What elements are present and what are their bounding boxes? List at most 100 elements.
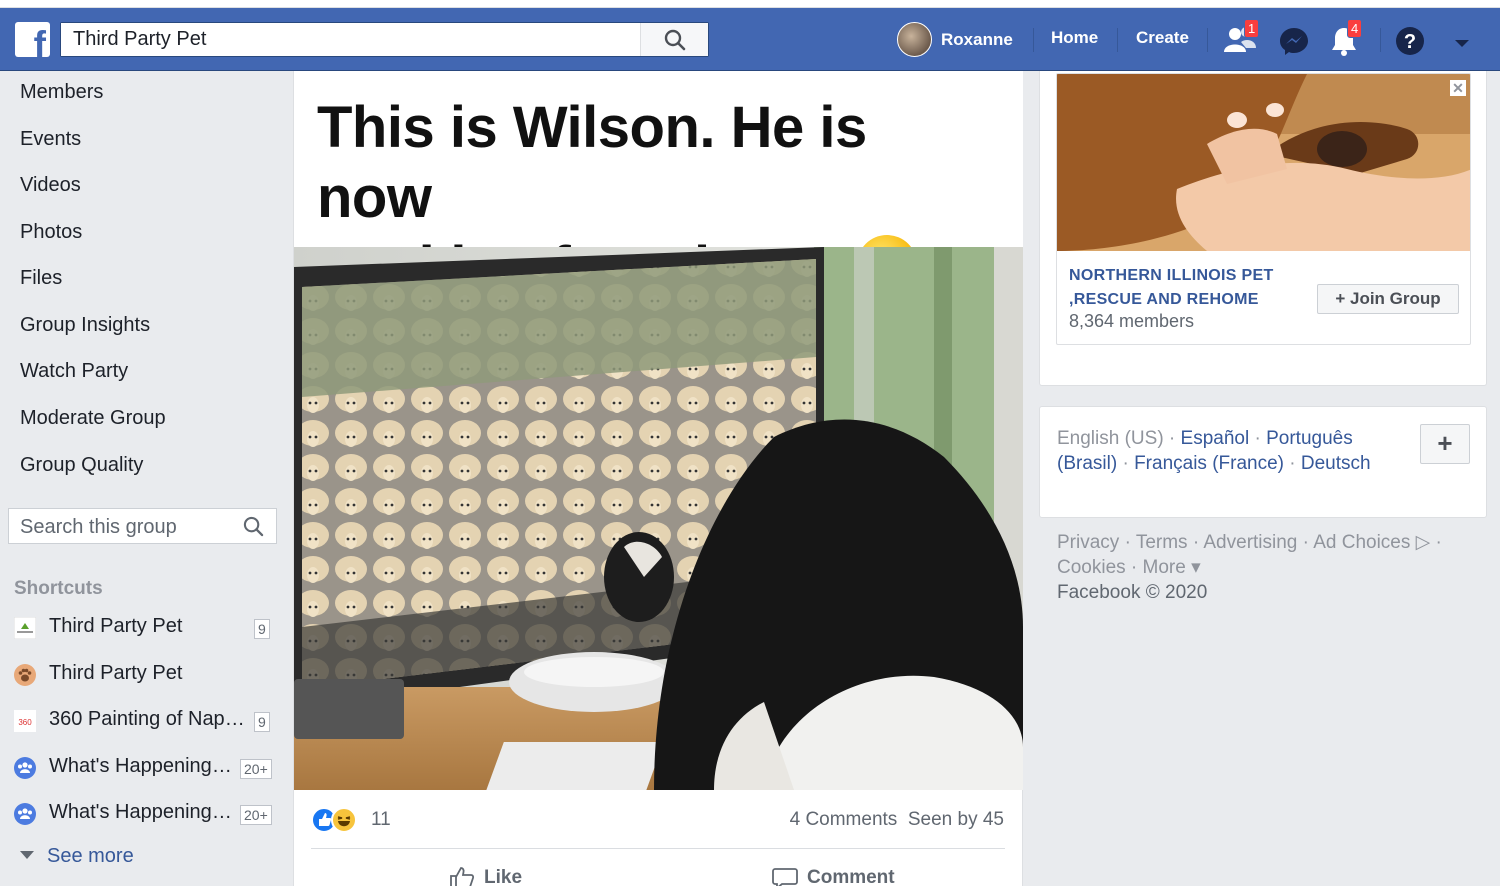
language-option-francais[interactable]: Français (France) bbox=[1134, 453, 1284, 474]
hand-and-paw-illustration bbox=[1057, 74, 1470, 251]
chevron-down-icon bbox=[1455, 40, 1469, 47]
search-icon bbox=[664, 29, 686, 51]
global-search-input[interactable] bbox=[61, 23, 641, 56]
suggested-group-members: 8,364 members bbox=[1069, 311, 1195, 331]
nav-item-files[interactable]: Files bbox=[20, 267, 62, 290]
suggested-group: ✕ NORTHERN ILLINOIS PET ,RESCUE AND REHO… bbox=[1056, 73, 1471, 345]
group-search-input[interactable]: Search this group bbox=[8, 508, 277, 544]
nav-item-group-insights[interactable]: Group Insights bbox=[20, 314, 150, 337]
search-icon bbox=[243, 516, 264, 537]
meme-caption-line1: This is Wilson. He is now bbox=[317, 95, 867, 230]
nav-divider bbox=[1380, 28, 1381, 52]
group-search-placeholder: Search this group bbox=[20, 516, 177, 538]
help-icon: ? bbox=[1396, 27, 1424, 55]
thumbs-up-icon bbox=[450, 867, 475, 886]
nav-item-group-quality[interactable]: Group Quality bbox=[20, 454, 143, 477]
shortcuts-heading: Shortcuts bbox=[14, 578, 103, 599]
meme-caption-area: This is Wilson. He is now working from h… bbox=[294, 71, 1023, 300]
avatar bbox=[897, 22, 932, 57]
comment-icon bbox=[772, 868, 798, 886]
home-link[interactable]: Home bbox=[1051, 28, 1098, 48]
shortcut-item[interactable]: Third Party Pet bbox=[14, 662, 276, 688]
chevron-down-icon bbox=[20, 851, 34, 859]
shortcut-item[interactable]: 360 360 Painting of Naperville 9 bbox=[14, 708, 276, 734]
group-people-icon bbox=[14, 757, 36, 779]
nav-item-members[interactable]: Members bbox=[20, 81, 103, 104]
nav-item-moderate-group[interactable]: Moderate Group bbox=[20, 407, 166, 430]
like-label: Like bbox=[484, 867, 523, 886]
friend-requests-badge: 1 bbox=[1244, 19, 1260, 38]
paw-icon bbox=[14, 664, 36, 686]
nav-item-videos[interactable]: Videos bbox=[20, 174, 81, 197]
shortcut-count: 20+ bbox=[240, 759, 272, 779]
haha-reaction-icon bbox=[331, 807, 357, 833]
see-more-link[interactable]: See more bbox=[20, 845, 134, 868]
messenger-icon bbox=[1280, 28, 1308, 55]
suggested-group-card: ✕ NORTHERN ILLINOIS PET ,RESCUE AND REHO… bbox=[1039, 71, 1487, 386]
join-group-button[interactable]: + Join Group bbox=[1317, 284, 1459, 314]
top-navigation-bar: f Roxanne Home Create 1 4 ? bbox=[0, 8, 1500, 71]
reaction-count: 11 bbox=[371, 809, 391, 830]
footer-links-line2[interactable]: Cookies · More ▾ bbox=[1057, 555, 1477, 580]
suggested-group-title[interactable]: NORTHERN ILLINOIS PET ,RESCUE AND REHOME bbox=[1069, 264, 1309, 312]
comment-label: Comment bbox=[807, 867, 895, 886]
nav-item-photos[interactable]: Photos bbox=[20, 221, 82, 244]
seen-by-link[interactable]: Seen by 45 bbox=[908, 809, 1004, 830]
dog-at-computer-illustration bbox=[294, 247, 1023, 790]
shortcut-item[interactable]: Third Party Pet 9 bbox=[14, 615, 276, 641]
create-link[interactable]: Create bbox=[1136, 28, 1189, 48]
feed-post: This is Wilson. He is now working from h… bbox=[293, 71, 1023, 886]
language-option-deutsch[interactable]: Deutsch bbox=[1301, 453, 1371, 474]
user-name: Roxanne bbox=[941, 29, 1013, 49]
post-photo[interactable] bbox=[294, 247, 1023, 790]
shortcut-item[interactable]: What's Happening in Naperville 20+ bbox=[14, 801, 276, 827]
svg-text:360: 360 bbox=[18, 718, 32, 727]
shortcut-item[interactable]: What's Happening in Naperville 20+ bbox=[14, 755, 276, 781]
language-option-espanol[interactable]: Español bbox=[1181, 428, 1250, 449]
account-menu-button[interactable] bbox=[1454, 36, 1470, 54]
nav-item-events[interactable]: Events bbox=[20, 128, 81, 151]
nav-divider bbox=[1117, 28, 1118, 52]
post-divider bbox=[311, 848, 1005, 849]
friend-requests-button[interactable]: 1 bbox=[1224, 19, 1260, 59]
more-languages-button[interactable]: + bbox=[1420, 424, 1470, 464]
nav-item-watch-party[interactable]: Watch Party bbox=[20, 360, 128, 383]
global-search bbox=[60, 22, 709, 57]
current-language: English (US) · bbox=[1057, 428, 1181, 449]
messenger-button[interactable] bbox=[1279, 26, 1309, 61]
shortcut-label: What's Happening in Naperville bbox=[49, 801, 234, 823]
copyright: Facebook © 2020 bbox=[1057, 582, 1208, 603]
comments-count-link[interactable]: 4 Comments bbox=[790, 809, 898, 830]
close-ad-button[interactable]: ✕ bbox=[1450, 80, 1466, 96]
browser-top-strip bbox=[0, 0, 1500, 8]
shortcut-label: Third Party Pet bbox=[49, 615, 183, 637]
group-people-icon bbox=[14, 803, 36, 825]
group-thumb-icon bbox=[14, 617, 36, 639]
post-stats: 4 Comments Seen by 45 bbox=[790, 809, 1004, 831]
suggested-group-image[interactable]: ✕ bbox=[1057, 74, 1470, 251]
painting-thumb-icon: 360 bbox=[14, 710, 36, 732]
comment-button[interactable]: Comment bbox=[772, 866, 895, 886]
plus-icon: + bbox=[1335, 289, 1346, 308]
footer-links-line1[interactable]: Privacy · Terms · Advertising · Ad Choic… bbox=[1057, 530, 1477, 555]
search-button[interactable] bbox=[640, 23, 708, 56]
shortcut-label: Third Party Pet bbox=[49, 662, 183, 684]
svg-text:?: ? bbox=[1404, 31, 1416, 53]
notifications-badge: 4 bbox=[1347, 19, 1363, 38]
join-group-label: Join Group bbox=[1350, 289, 1441, 308]
language-list: English (US) · Español · Português (Bras… bbox=[1057, 428, 1371, 474]
shortcut-label: 360 Painting of Naperville bbox=[49, 708, 249, 730]
nav-divider bbox=[1207, 28, 1208, 52]
shortcut-count: 9 bbox=[254, 712, 270, 732]
shortcut-label: What's Happening in Naperville bbox=[49, 755, 234, 777]
help-button[interactable]: ? bbox=[1395, 26, 1425, 61]
facebook-logo[interactable]: f bbox=[15, 22, 50, 57]
shortcut-count: 20+ bbox=[240, 805, 272, 825]
language-selector-card: English (US) · Español · Português (Bras… bbox=[1039, 406, 1487, 518]
like-button[interactable]: Like bbox=[449, 866, 522, 886]
shortcut-count: 9 bbox=[254, 619, 270, 639]
notifications-button[interactable]: 4 bbox=[1330, 19, 1363, 61]
profile-link[interactable]: Roxanne bbox=[897, 22, 1013, 57]
page-footer: Privacy · Terms · Advertising · Ad Choic… bbox=[1057, 530, 1477, 605]
nav-divider bbox=[1033, 28, 1034, 52]
